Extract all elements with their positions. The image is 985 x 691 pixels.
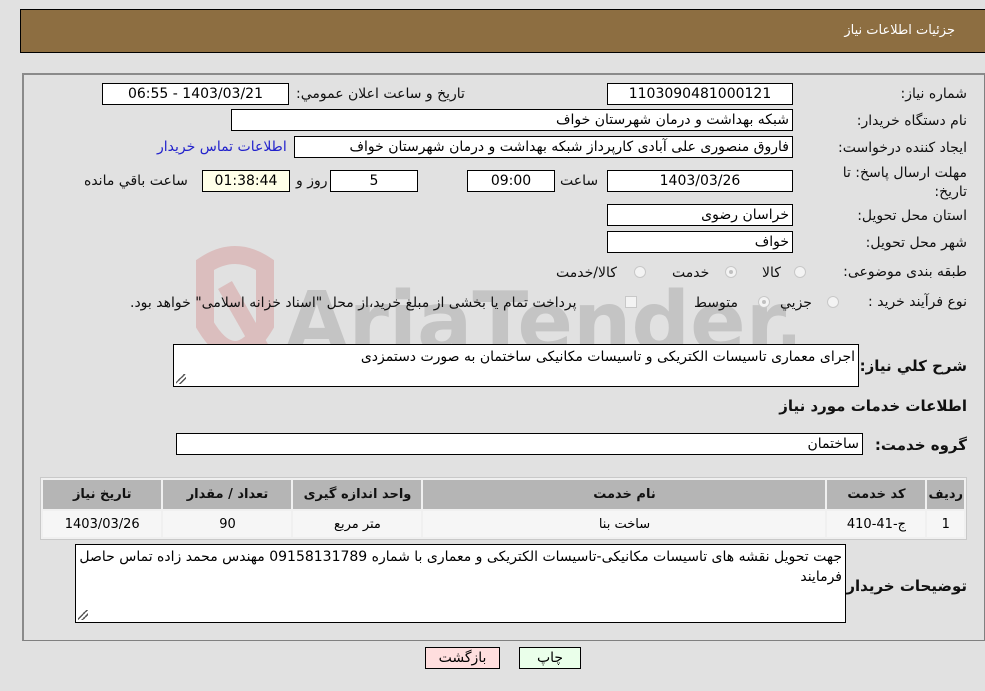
category-goods-label: کالا [762,265,781,281]
page-title: جزئیات اطلاعات نیاز [844,23,955,38]
buyer-notes-text: جهت تحویل نقشه های تاسیسات مکانیکی-تاسیس… [79,549,842,585]
category-goods-service-radio[interactable] [634,266,646,278]
table-row: 1 ج-41-410 ساخت بنا متر مربع 90 1403/03/… [43,511,964,537]
announce-datetime-field: 1403/03/21 - 06:55 [102,83,289,105]
purchase-minor-radio[interactable] [827,296,839,308]
col-row-number: ردیف [927,480,964,509]
buyer-notes-label: توضیحات خریدار: [840,577,967,595]
deadline-date-field: 1403/03/26 [607,170,793,192]
province-field: خراسان رضوی [607,204,793,226]
col-unit: واحد اندازه گیری [293,480,422,509]
cell-quantity: 90 [163,511,292,537]
col-service-code: کد خدمت [827,480,926,509]
col-service-name: نام خدمت [423,480,826,509]
buyer-contact-link[interactable]: اطلاعات تماس خریدار [157,139,287,155]
general-description-field[interactable]: اجرای معماری تاسیسات الکتریکی و تاسیسات … [173,344,859,387]
col-quantity: تعداد / مقدار [163,480,292,509]
treasury-note: پرداخت تمام یا بخشی از مبلغ خرید،از محل … [130,295,577,311]
cell-row-number: 1 [927,511,964,537]
service-group-field: ساختمان [176,433,863,455]
days-label: روز و [296,173,328,189]
requester-field: فاروق منصوری علی آبادی کارپرداز شبکه بهد… [294,136,793,158]
treasury-checkbox[interactable] [625,296,637,308]
resize-grip-icon[interactable] [176,374,186,384]
category-service-radio[interactable] [725,266,737,278]
city-field: خواف [607,231,793,253]
province-label: استان محل تحویل: [857,208,967,224]
services-table: ردیف کد خدمت نام خدمت واحد اندازه گیری ت… [40,477,967,540]
resize-grip-icon[interactable] [78,610,88,620]
deadline-time-field: 09:00 [467,170,555,192]
buyer-notes-field[interactable]: جهت تحویل نقشه های تاسیسات مکانیکی-تاسیس… [75,544,846,623]
buyer-org-label: نام دستگاه خریدار: [856,113,967,129]
services-section-title: اطلاعات خدمات مورد نیاز [779,397,967,415]
service-group-label: گروه خدمت: [874,436,967,454]
col-need-date: تاریخ نیاز [43,480,162,509]
back-button[interactable]: بازگشت [425,647,500,669]
days-remaining-field: 5 [330,170,418,192]
need-number-label: شماره نیاز: [900,86,968,102]
category-goods-service-label: کالا/خدمت [556,265,617,281]
purchase-minor-label: جزیي [780,295,812,311]
deadline-time-label: ساعت [560,173,599,189]
category-goods-radio[interactable] [794,266,806,278]
purchase-medium-radio[interactable] [758,296,770,308]
cell-need-date: 1403/03/26 [43,511,162,537]
purchase-medium-label: متوسط [694,295,738,311]
cell-service-name: ساخت بنا [423,511,826,537]
general-description-label: شرح كلي نياز: [859,357,967,375]
need-number-field: 1103090481000121 [607,83,793,105]
print-button[interactable]: چاپ [519,647,581,669]
cell-unit: متر مربع [293,511,422,537]
deadline-label: مهلت ارسال پاسخ: تا تاریخ: [842,165,967,200]
remaining-time-label: ساعت باقي مانده [84,173,188,189]
remaining-time-field: 01:38:44 [202,170,290,192]
general-description-text: اجرای معماری تاسیسات الکتریکی و تاسیسات … [360,349,855,365]
announce-datetime-label: تاریخ و ساعت اعلان عمومي: [296,86,465,102]
table-header-row: ردیف کد خدمت نام خدمت واحد اندازه گیری ت… [43,480,964,509]
city-label: شهر محل تحویل: [865,235,967,251]
category-label: طبقه بندی موضوعی: [843,264,967,280]
cell-service-code: ج-41-410 [827,511,926,537]
purchase-type-label: نوع فرآیند خرید : [868,294,967,310]
buyer-org-field: شبکه بهداشت و درمان شهرستان خواف [231,109,793,131]
requester-label: ایجاد کننده درخواست: [838,140,967,156]
category-service-label: خدمت [672,265,710,281]
page-header: جزئیات اطلاعات نیاز [20,9,985,53]
